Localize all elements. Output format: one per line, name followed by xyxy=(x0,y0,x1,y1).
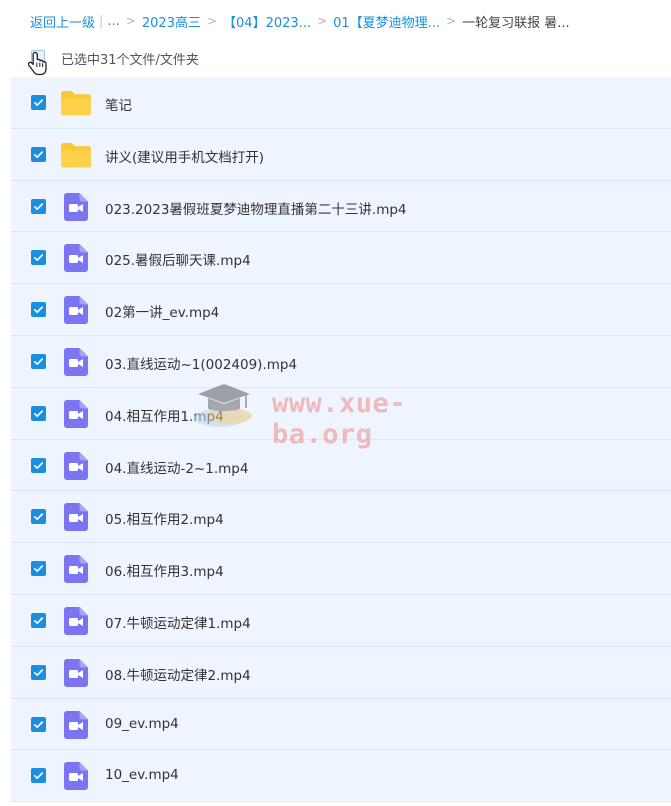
check-icon xyxy=(34,461,43,469)
chevron-right-icon: > xyxy=(125,14,136,28)
chevron-right-icon: > xyxy=(317,14,328,28)
file-row[interactable]: 025.暑假后聊天课.mp4 xyxy=(11,232,671,285)
check-icon xyxy=(34,617,43,624)
file-checkbox[interactable] xyxy=(31,146,46,162)
video-file-icon xyxy=(64,555,88,584)
file-row[interactable]: 09_ev.mp4 xyxy=(11,698,671,751)
breadcrumb-item[interactable]: 01【夏梦迪物理... xyxy=(333,12,440,31)
video-file-icon xyxy=(64,347,88,376)
video-file-icon xyxy=(64,606,88,635)
file-checkbox[interactable] xyxy=(31,612,46,628)
file-row[interactable]: 03.直线运动~1(002409).mp4 xyxy=(11,335,671,388)
check-icon xyxy=(34,306,43,314)
file-checkbox[interactable] xyxy=(31,768,46,784)
selection-bar: 已选中31个文件/文件夹 xyxy=(0,40,671,76)
file-checkbox[interactable] xyxy=(31,664,46,680)
file-list: 笔记 讲义(建议用手机文档打开) 023.2023暑假班夏梦迪物理直播第二十三讲… xyxy=(11,77,671,803)
check-icon xyxy=(34,565,43,573)
selection-count: 已选中31个文件/文件夹 xyxy=(61,53,199,68)
check-icon xyxy=(34,669,43,676)
breadcrumb-ellipsis[interactable]: ... xyxy=(107,14,119,29)
file-row[interactable]: 02第一讲_ev.mp4 xyxy=(11,284,671,336)
video-file-icon xyxy=(64,451,88,480)
file-name: 09_ev.mp4 xyxy=(105,715,179,732)
check-icon xyxy=(34,202,43,210)
file-row[interactable]: 07.牛顿运动定律1.mp4 xyxy=(11,594,671,647)
file-checkbox[interactable] xyxy=(31,353,46,369)
video-file-icon xyxy=(64,296,88,325)
file-row[interactable]: 06.相互作用3.mp4 xyxy=(11,543,671,595)
file-name: 023.2023暑假班夏梦迪物理直播第二十三讲.mp4 xyxy=(105,201,407,218)
file-row[interactable]: 04.相互作用1.mp4 xyxy=(11,387,671,440)
file-name: 笔记 xyxy=(105,98,132,114)
breadcrumb-item[interactable]: 2023高三 xyxy=(142,12,201,31)
breadcrumb-divider: | xyxy=(99,13,104,29)
breadcrumb: 返回上一级 | ... > 2023高三 > 【04】2023... > 01【… xyxy=(30,11,570,31)
folder-icon xyxy=(61,142,91,168)
file-checkbox[interactable] xyxy=(31,95,46,110)
breadcrumb-item[interactable]: 【04】2023... xyxy=(223,12,311,31)
video-file-icon xyxy=(64,710,88,739)
file-checkbox[interactable] xyxy=(31,198,46,214)
video-file-icon xyxy=(64,399,88,428)
file-row[interactable]: 023.2023暑假班夏梦迪物理直播第二十三讲.mp4 xyxy=(11,180,671,233)
file-name: 讲义(建议用手机文档打开) xyxy=(105,149,265,166)
video-file-icon xyxy=(64,762,88,791)
check-icon xyxy=(34,513,43,521)
check-icon xyxy=(34,772,43,780)
file-name: 10_ev.mp4 xyxy=(105,767,179,784)
file-checkbox[interactable] xyxy=(31,302,46,318)
video-file-icon xyxy=(64,244,88,273)
check-icon xyxy=(34,358,43,365)
file-row[interactable]: 笔记 xyxy=(11,77,671,129)
file-checkbox[interactable] xyxy=(31,561,46,577)
check-icon xyxy=(34,151,43,158)
check-icon xyxy=(34,99,43,106)
file-name: 03.直线运动~1(002409).mp4 xyxy=(105,356,298,373)
file-name: 025.暑假后聊天课.mp4 xyxy=(105,253,251,270)
file-checkbox[interactable] xyxy=(31,250,46,266)
video-file-icon xyxy=(64,192,88,221)
file-name: 02第一讲_ev.mp4 xyxy=(105,305,220,322)
file-row[interactable]: 10_ev.mp4 xyxy=(11,750,671,803)
file-name: 06.相互作用3.mp4 xyxy=(105,564,224,581)
file-name: 08.牛顿运动定律2.mp4 xyxy=(105,667,251,684)
check-icon xyxy=(34,254,43,262)
file-name: 07.牛顿运动定律1.mp4 xyxy=(105,615,251,632)
back-link[interactable]: 返回上一级 xyxy=(30,12,95,31)
video-file-icon xyxy=(64,658,88,687)
file-row[interactable]: 04.直线运动-2~1.mp4 xyxy=(11,439,671,492)
chevron-right-icon: > xyxy=(206,14,218,28)
file-checkbox[interactable] xyxy=(31,716,46,732)
chevron-right-icon: > xyxy=(446,14,457,28)
file-name: 04.相互作用1.mp4 xyxy=(105,408,224,425)
check-icon xyxy=(34,720,43,728)
file-row[interactable]: 05.相互作用2.mp4 xyxy=(11,491,671,544)
file-checkbox[interactable] xyxy=(31,457,46,473)
check-icon xyxy=(34,410,43,417)
file-checkbox[interactable] xyxy=(31,509,46,525)
file-name: 04.直线运动-2~1.mp4 xyxy=(105,460,249,477)
breadcrumb-current: 一轮复习联报 暑... xyxy=(462,15,570,31)
hand-cursor-icon xyxy=(28,51,47,76)
video-file-icon xyxy=(64,503,88,532)
file-checkbox[interactable] xyxy=(31,405,46,421)
file-row[interactable]: 08.牛顿运动定律2.mp4 xyxy=(11,646,671,699)
file-name: 05.相互作用2.mp4 xyxy=(105,512,224,529)
file-row[interactable]: 讲义(建议用手机文档打开) xyxy=(11,128,671,181)
folder-icon xyxy=(61,91,91,116)
